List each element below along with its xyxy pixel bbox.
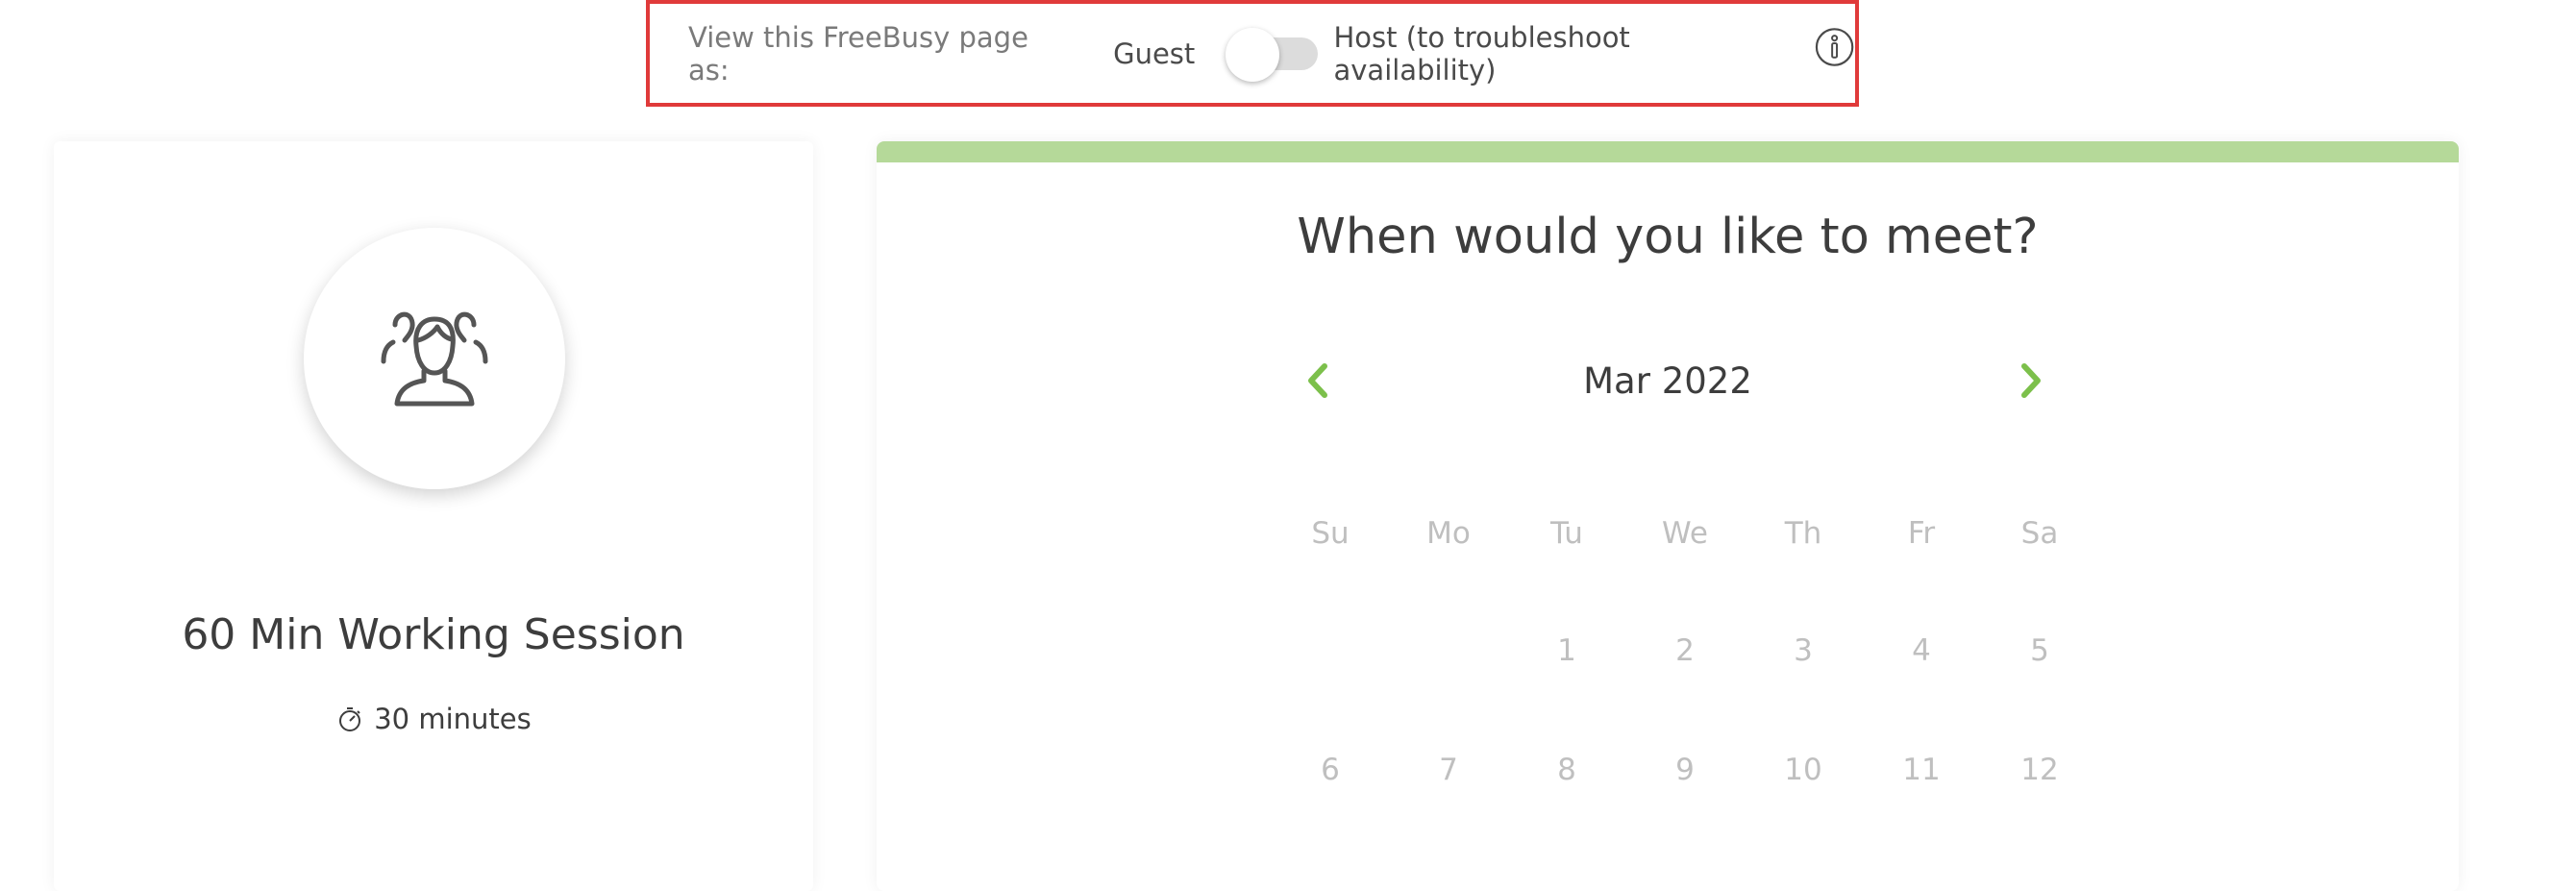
stopwatch-icon xyxy=(339,707,361,731)
guest-label: Guest xyxy=(1113,37,1196,70)
weekday-label: Mo xyxy=(1426,516,1471,551)
view-as-label: View this FreeBusy page as: xyxy=(688,20,1028,87)
calendar-week-row: 1 2 3 4 5 xyxy=(877,633,2459,681)
calendar-card: When would you like to meet? Mar 2022 Su… xyxy=(877,141,2459,891)
weekday-label: We xyxy=(1662,516,1708,551)
duration-label: 30 minutes xyxy=(374,703,532,735)
event-card: 60 Min Working Session 30 minutes xyxy=(54,141,813,891)
month-label: Mar 2022 xyxy=(1583,360,1752,402)
calendar-day: 1 xyxy=(1557,633,1576,668)
event-avatar xyxy=(304,228,565,489)
calendar-day: 8 xyxy=(1557,753,1576,787)
toggle-knob[interactable] xyxy=(1226,27,1280,82)
view-as-bar: View this FreeBusy page as: Guest Host (… xyxy=(646,0,1859,107)
card-accent-bar xyxy=(877,141,2459,162)
weekday-header-row: Su Mo Tu We Th Fr Sa xyxy=(877,516,2459,564)
chevron-left-icon[interactable] xyxy=(1298,357,1336,405)
calendar-day: 9 xyxy=(1675,753,1695,787)
calendar-day: 11 xyxy=(1902,753,1941,787)
calendar-day: 12 xyxy=(2020,753,2059,787)
calendar-week-row: 6 7 8 9 10 11 12 xyxy=(877,753,2459,801)
info-icon[interactable] xyxy=(1814,26,1855,68)
calendar-day: 6 xyxy=(1321,753,1340,787)
weekday-label: Sa xyxy=(2020,516,2059,551)
weekday-label: Fr xyxy=(1907,516,1936,551)
calendar-day: 4 xyxy=(1912,633,1931,668)
calendar-day: 5 xyxy=(2030,633,2049,668)
host-label: Host (to troubleshoot availability) xyxy=(1333,20,1630,87)
calendar-day: 3 xyxy=(1794,633,1813,668)
calendar-day: 10 xyxy=(1784,753,1822,787)
calendar-day: 7 xyxy=(1439,753,1458,787)
weekday-label: Su xyxy=(1311,516,1350,551)
chevron-right-icon[interactable] xyxy=(2013,357,2051,405)
month-navigation: Mar 2022 xyxy=(877,357,2459,405)
event-duration: 30 minutes xyxy=(54,703,813,735)
weekday-label: Tu xyxy=(1550,516,1583,551)
calendar-day: 2 xyxy=(1675,633,1695,668)
calendar-heading: When would you like to meet? xyxy=(1297,209,2039,265)
group-users-icon xyxy=(381,311,488,407)
weekday-label: Th xyxy=(1784,516,1822,551)
view-as-toggle[interactable] xyxy=(1226,27,1319,82)
event-title: 60 Min Working Session xyxy=(182,610,685,659)
